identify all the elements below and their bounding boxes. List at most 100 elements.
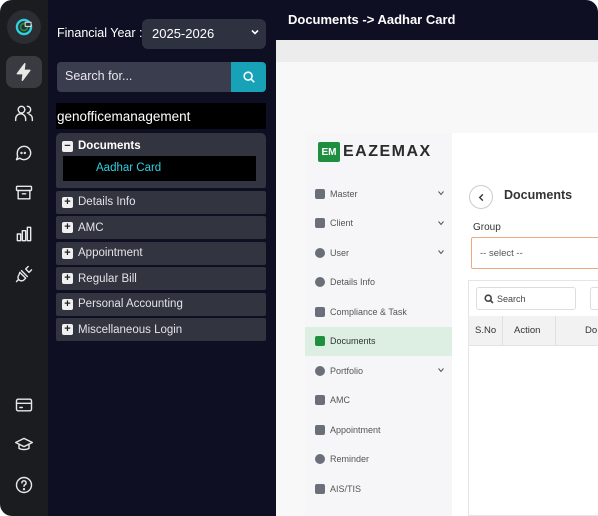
archive-icon (15, 185, 33, 200)
logo-icon (15, 18, 33, 36)
rail-card[interactable] (6, 389, 42, 421)
bell-icon (315, 454, 325, 465)
expand-icon[interactable]: + (62, 196, 73, 208)
document-preview: EM EAZEMAX Master Client User Details In… (305, 133, 598, 516)
preview-menu-item[interactable]: Client (305, 209, 452, 239)
tree-node-label: Details Info (78, 196, 136, 208)
expand-icon[interactable]: + (62, 324, 73, 335)
users-icon (14, 105, 34, 122)
preview-sidebar: EM EAZEMAX Master Client User Details In… (305, 133, 471, 516)
tree-node-documents-header[interactable]: − Documents (56, 133, 266, 152)
tree-node-label: Miscellaneous Login (78, 323, 183, 336)
preview-menu-item[interactable]: Portfolio (305, 356, 452, 386)
user-icon (315, 247, 325, 258)
financial-year-select[interactable]: 2025-2026 (142, 19, 266, 49)
group-select[interactable]: -- select -- (471, 237, 598, 269)
tree-node-label: Regular Bill (78, 272, 137, 285)
back-button[interactable] (469, 185, 493, 209)
rail-archive[interactable] (6, 177, 42, 209)
file-icon (315, 483, 325, 494)
bar-chart-icon (16, 226, 32, 242)
rail-chart[interactable] (6, 218, 42, 250)
tree-node-personal-accounting[interactable]: + Personal Accounting (56, 292, 266, 316)
rail-users[interactable] (6, 97, 42, 129)
search-button[interactable] (231, 62, 266, 92)
tree-node-appointment[interactable]: + Appointment (56, 241, 266, 265)
database-icon (315, 188, 325, 199)
table-filter-input[interactable] (590, 287, 598, 310)
preview-menu-item[interactable]: Appointment (305, 415, 452, 445)
rail-chat[interactable] (6, 137, 42, 169)
chevron-down-icon (438, 368, 444, 373)
tree-leaf-aadhar-card[interactable]: Aadhar Card (63, 156, 256, 181)
rail-lightning[interactable] (6, 56, 42, 88)
financial-year-label: Financial Year : (57, 26, 143, 40)
plug-icon (15, 265, 33, 283)
expand-icon[interactable]: + (62, 273, 73, 284)
page-title: Documents -> Aadhar Card (288, 12, 456, 27)
brand-mark: EM (318, 142, 340, 162)
preview-menu-item[interactable]: AIS/TIS (305, 474, 452, 504)
tree-node-regular-bill[interactable]: + Regular Bill (56, 267, 266, 290)
menu-label: User (330, 247, 350, 258)
preview-menu-item[interactable]: Reminder (305, 445, 452, 475)
card-icon (15, 398, 33, 412)
preview-menu-item[interactable]: Details Info (305, 268, 452, 298)
expand-icon[interactable]: + (62, 222, 73, 233)
column-header: Action (514, 325, 541, 336)
preview-menu-item[interactable]: Master (305, 179, 452, 209)
preview-menu-item-active[interactable]: Documents (305, 326, 452, 356)
tree-node-details-info[interactable]: + Details Info (56, 190, 266, 214)
icon-rail (0, 0, 48, 516)
group-label: Group (473, 222, 501, 233)
search-input[interactable]: Search for... (57, 62, 231, 92)
preview-brand: EM EAZEMAX (318, 142, 432, 162)
expand-icon[interactable]: + (62, 247, 73, 259)
preview-menu-item[interactable]: Compliance & Task (305, 297, 452, 327)
column-header: S.No (475, 325, 497, 336)
tree-node-amc[interactable]: + AMC (56, 216, 266, 239)
help-icon (15, 476, 33, 494)
lightning-icon (16, 62, 31, 82)
info-icon (315, 277, 325, 288)
brand-name: EAZEMAX (343, 143, 432, 160)
app-root: Financial Year : 2025-2026 Search for...… (0, 0, 598, 516)
search-icon (242, 71, 255, 83)
tree-node-documents: − Documents Aadhar Card (56, 133, 266, 188)
list-icon (315, 306, 325, 317)
menu-label: Client (330, 218, 354, 229)
rail-graduation[interactable] (6, 429, 42, 461)
content-top-strip (276, 40, 598, 62)
company-name: genofficemanagement (56, 103, 266, 129)
chevron-down-icon (438, 191, 444, 196)
preview-menu-item[interactable]: AMC (305, 386, 452, 416)
calendar-icon (315, 424, 325, 435)
rail-plug[interactable] (6, 258, 42, 290)
preview-menu-item[interactable]: User (305, 238, 452, 268)
menu-label: AIS/TIS (330, 483, 362, 494)
portfolio-icon (315, 365, 325, 376)
amc-icon (315, 395, 325, 406)
app-logo[interactable] (7, 10, 41, 44)
tree-node-label: Documents (78, 140, 141, 152)
rail-help[interactable] (6, 469, 42, 501)
expand-icon[interactable]: + (62, 298, 73, 310)
navigation-panel: Financial Year : 2025-2026 Search for...… (48, 0, 276, 516)
tree-node-miscellaneous-login[interactable]: + Miscellaneous Login (56, 318, 266, 341)
preview-page-title: Documents (504, 188, 573, 202)
search-icon (484, 294, 494, 304)
chevron-down-icon (438, 250, 444, 255)
collapse-icon[interactable]: − (62, 140, 73, 152)
column-divider (502, 316, 503, 346)
menu-label: Documents (330, 336, 376, 347)
column-header: Do (585, 325, 598, 336)
menu-label: Portfolio (330, 365, 364, 376)
preview-main: Documents Group -- select -- Search S.No… (452, 133, 598, 516)
document-icon (315, 336, 325, 347)
menu-label: AMC (330, 395, 350, 406)
preview-menu: Master Client User Details Info Complian… (305, 179, 452, 504)
tree-node-label: Appointment (78, 247, 143, 259)
header-bar: Documents -> Aadhar Card (276, 0, 598, 40)
table-search-input[interactable]: Search (476, 287, 576, 310)
client-icon (315, 218, 325, 229)
